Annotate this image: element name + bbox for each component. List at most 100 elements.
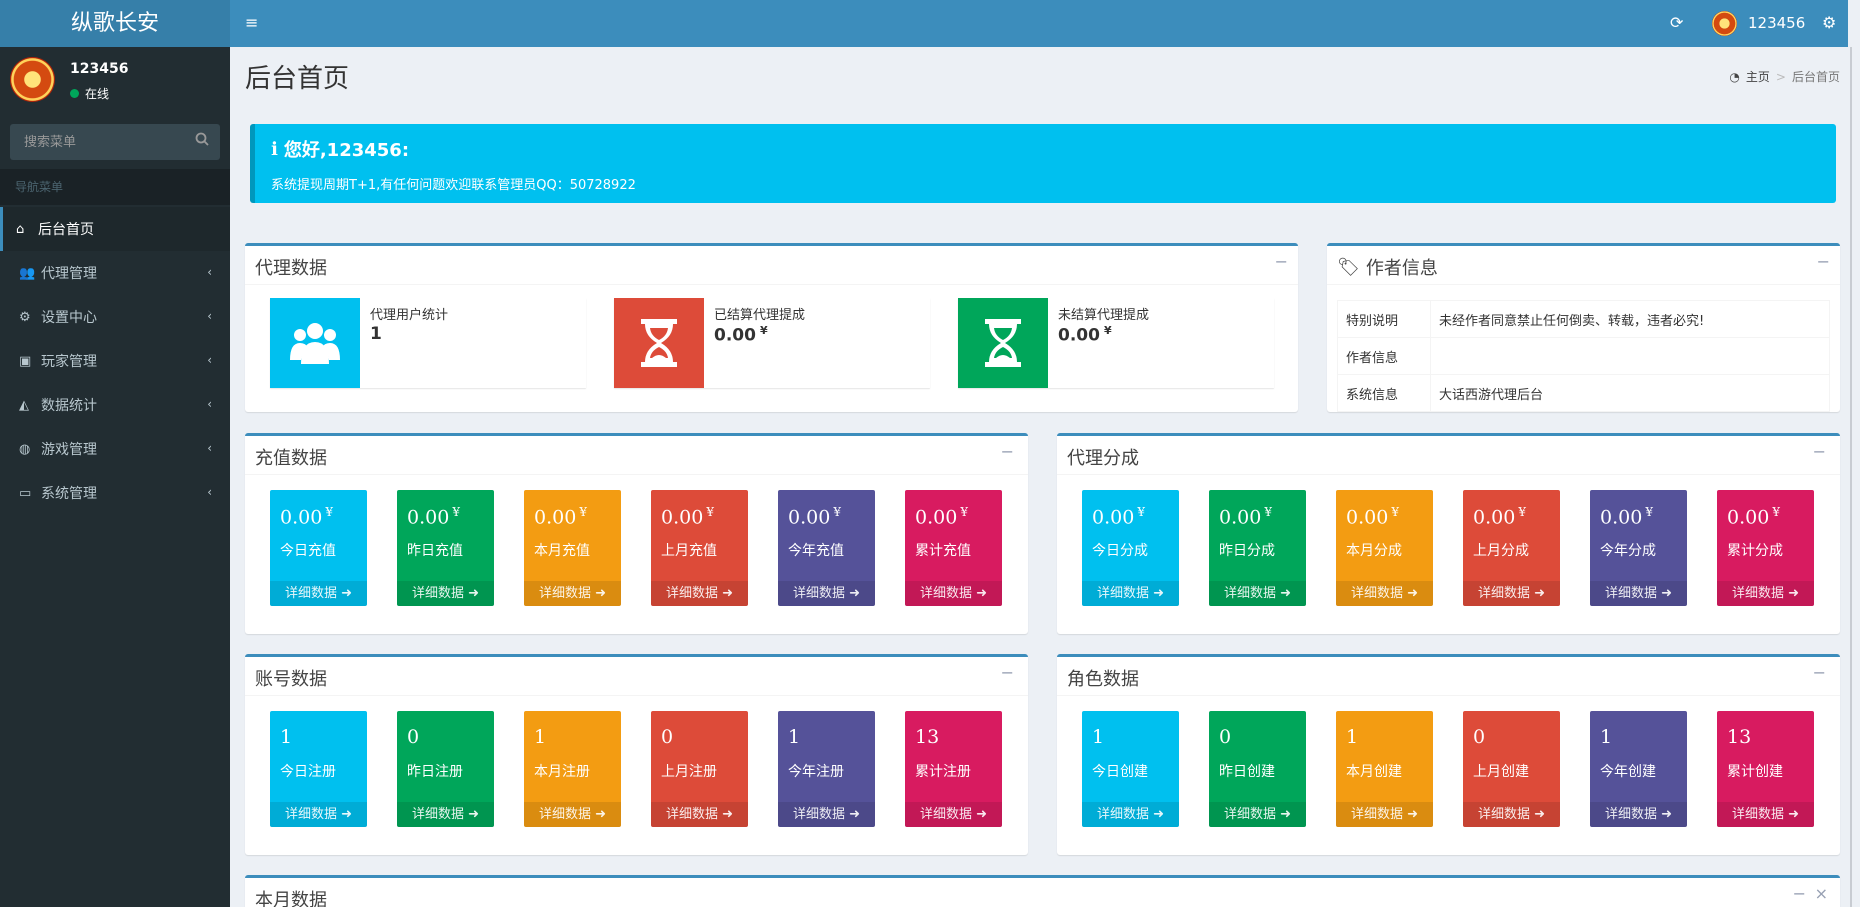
search-input[interactable] — [10, 124, 185, 160]
gamepad-icon: ◍ — [19, 441, 31, 457]
stat-label: 今年分成 — [1600, 543, 1656, 559]
collapse-icon[interactable]: − — [1793, 884, 1806, 903]
stat-label: 上月创建 — [1473, 764, 1529, 780]
stat-label: 本月分成 — [1346, 543, 1402, 559]
arrow-circle-right-icon: ➜ — [1656, 586, 1673, 601]
arrow-circle-right-icon: ➜ — [844, 586, 861, 601]
arrow-circle-right-icon: ➜ — [1656, 807, 1673, 822]
callout-title-text: 您好,123456: — [283, 140, 410, 161]
detail-link[interactable]: 详细数据 ➜ — [1082, 802, 1179, 827]
detail-link[interactable]: 详细数据 ➜ — [1463, 581, 1560, 606]
stat-box: 0.00 ¥ 上月分成 详细数据 ➜ — [1463, 490, 1560, 606]
search-icon[interactable] — [192, 132, 212, 152]
monthly-data-box: 本月数据 − × — [245, 875, 1840, 907]
chevron-left-icon: ‹ — [207, 441, 212, 455]
page-scrollbar[interactable] — [1850, 47, 1852, 907]
sidebar-item-agents[interactable]: 👥 代理管理 ‹ — [0, 251, 230, 295]
detail-link[interactable]: 详细数据 ➜ — [1336, 802, 1433, 827]
chevron-left-icon: ‹ — [207, 265, 212, 279]
arrow-circle-right-icon: ➜ — [971, 586, 988, 601]
stat-label: 今年充值 — [788, 543, 844, 559]
sidebar-item-label: 设置中心 — [41, 310, 97, 326]
stat-value: 1 — [534, 726, 547, 748]
stat-box: 0.00 ¥ 今年分成 详细数据 ➜ — [1590, 490, 1687, 606]
detail-link[interactable]: 详细数据 ➜ — [270, 802, 367, 827]
breadcrumb-home[interactable]: 主页 — [1746, 68, 1770, 85]
detail-link[interactable]: 详细数据 ➜ — [651, 581, 748, 606]
refresh-icon[interactable]: ⟳ — [1670, 13, 1688, 33]
table-cell-value: 未经作者同意禁止任何倒卖、转载，违者必究! — [1430, 300, 1830, 338]
detail-link[interactable]: 详细数据 ➜ — [1209, 581, 1306, 606]
sidebar-item-statistics[interactable]: ◭ 数据统计 ‹ — [0, 383, 230, 427]
sidebar-item-home[interactable]: ⌂ 后台首页 — [0, 207, 230, 251]
chevron-left-icon: ‹ — [207, 309, 212, 323]
stat-box: 0.00 ¥ 昨日分成 详细数据 ➜ — [1209, 490, 1306, 606]
detail-link[interactable]: 详细数据 ➜ — [1590, 802, 1687, 827]
detail-link[interactable]: 详细数据 ➜ — [1717, 802, 1814, 827]
stat-box: 0.00 ¥ 累计分成 详细数据 ➜ — [1717, 490, 1814, 606]
collapse-icon[interactable]: − — [1813, 663, 1826, 682]
online-dot-icon — [70, 89, 79, 98]
collapse-icon[interactable]: − — [1275, 252, 1288, 271]
detail-link[interactable]: 详细数据 ➜ — [1209, 802, 1306, 827]
detail-link[interactable]: 详细数据 ➜ — [905, 802, 1002, 827]
detail-link[interactable]: 详细数据 ➜ — [1463, 802, 1560, 827]
stat-value: 0 — [661, 726, 674, 748]
sidebar-item-label: 系统管理 — [41, 486, 97, 502]
collapse-icon[interactable]: − — [1813, 442, 1826, 461]
table-cell-key: 作者信息 — [1337, 337, 1431, 375]
detail-link[interactable]: 详细数据 ➜ — [397, 802, 494, 827]
detail-link[interactable]: 详细数据 ➜ — [778, 581, 875, 606]
arrow-circle-right-icon: ➜ — [1529, 807, 1546, 822]
breadcrumb-current: 后台首页 — [1791, 70, 1840, 84]
detail-link[interactable]: 详细数据 ➜ — [1717, 581, 1814, 606]
arrow-circle-right-icon: ➜ — [463, 807, 480, 822]
settings-gears-icon[interactable]: ⚙ — [1822, 13, 1836, 33]
sidebar-item-system[interactable]: ▭ 系统管理 ‹ — [0, 471, 230, 515]
stat-value: 0 — [407, 726, 420, 748]
sidebar-search — [10, 124, 220, 160]
stat-label: 上月充值 — [661, 543, 717, 559]
stat-box: 0 上月注册 详细数据 ➜ — [651, 711, 748, 827]
stat-value: 0.00 ¥ — [661, 505, 714, 529]
detail-link[interactable]: 详细数据 ➜ — [397, 581, 494, 606]
collapse-icon[interactable]: − — [1001, 442, 1014, 461]
stat-box: 13 累计注册 详细数据 ➜ — [905, 711, 1002, 827]
box-title: 账号数据 — [255, 669, 327, 690]
table-row: 系统信息 大话西游代理后台 — [1337, 374, 1830, 412]
stat-value: 0.00 ¥ — [534, 505, 587, 529]
detail-link[interactable]: 详细数据 ➜ — [1590, 581, 1687, 606]
detail-link[interactable]: 详细数据 ➜ — [524, 581, 621, 606]
app-logo[interactable]: 纵歌长安 — [0, 0, 230, 47]
desktop-icon: ▭ — [19, 485, 32, 501]
stat-label: 累计注册 — [915, 764, 971, 780]
close-icon[interactable]: × — [1815, 884, 1828, 903]
sidebar-item-settings[interactable]: ⚙ 设置中心 ‹ — [0, 295, 230, 339]
callout-title: ℹ 您好,123456: — [271, 136, 1820, 162]
detail-link[interactable]: 详细数据 ➜ — [270, 581, 367, 606]
sidebar-item-games[interactable]: ◍ 游戏管理 ‹ — [0, 427, 230, 471]
stat-box: 0.00 ¥ 累计充值 详细数据 ➜ — [905, 490, 1002, 606]
box-title: 充值数据 — [255, 448, 327, 469]
stat-box: 0.00 ¥ 昨日充值 详细数据 ➜ — [397, 490, 494, 606]
detail-link[interactable]: 详细数据 ➜ — [1082, 581, 1179, 606]
user-avatar[interactable] — [1712, 11, 1737, 36]
topbar-username[interactable]: 123456 — [1748, 13, 1805, 33]
collapse-icon[interactable]: − — [1817, 252, 1830, 271]
arrow-circle-right-icon: ➜ — [1783, 807, 1800, 822]
detail-link[interactable]: 详细数据 ➜ — [1336, 581, 1433, 606]
commission-data-box: 代理分成 − 0.00 ¥ 今日分成 详细数据 ➜ 0.00 ¥ 昨日分成 详细数据 ➜ 0.0… — [1057, 433, 1840, 634]
collapse-icon[interactable]: − — [1001, 663, 1014, 682]
arrow-circle-right-icon: ➜ — [336, 807, 353, 822]
menu-toggle-icon[interactable]: ≡ — [245, 13, 259, 33]
detail-link[interactable]: 详细数据 ➜ — [524, 802, 621, 827]
detail-link[interactable]: 详细数据 ➜ — [778, 802, 875, 827]
detail-link[interactable]: 详细数据 ➜ — [651, 802, 748, 827]
detail-link[interactable]: 详细数据 ➜ — [905, 581, 1002, 606]
stat-box: 0.00 ¥ 今年充值 详细数据 ➜ — [778, 490, 875, 606]
info-box-value: 0.00 ¥ — [714, 324, 768, 346]
chevron-left-icon: ‹ — [207, 485, 212, 499]
stat-box: 1 本月创建 详细数据 ➜ — [1336, 711, 1433, 827]
stat-value: 0.00 ¥ — [1727, 505, 1780, 529]
sidebar-item-players[interactable]: ▣ 玩家管理 ‹ — [0, 339, 230, 383]
